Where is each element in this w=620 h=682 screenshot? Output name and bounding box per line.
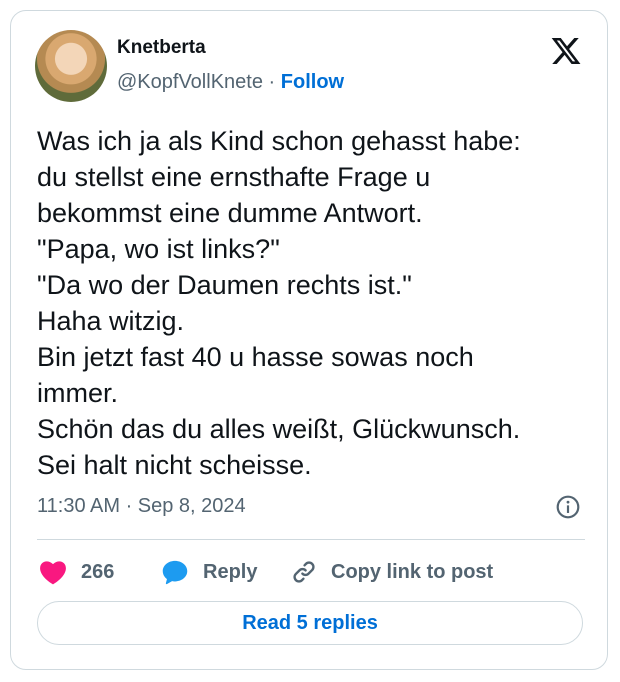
- copy-link-label: Copy link to post: [331, 560, 494, 583]
- reply-label: Reply: [203, 560, 258, 583]
- speech-bubble-icon: [162, 560, 188, 585]
- embedded-post-card: Knetberta @KopfVollKnete · Follow Was ic…: [10, 10, 608, 670]
- info-icon[interactable]: [555, 494, 581, 520]
- post-text: Was ich ja als Kind schon gehasst habe: …: [37, 123, 597, 483]
- author-name[interactable]: Knetberta: [117, 37, 206, 59]
- separator-dot: ·: [268, 71, 276, 93]
- post-text-line: du stellst eine ernsthafte Frage u: [37, 162, 431, 192]
- like-count: 266: [81, 560, 115, 583]
- post-text-line: Sei halt nicht scheisse.: [37, 450, 312, 480]
- post-text-line: bekommst eine dumme Antwort.: [37, 198, 423, 228]
- read-replies-button[interactable]: Read 5 replies: [37, 601, 583, 645]
- post-text-line: Haha witzig.: [37, 306, 185, 336]
- x-logo-icon[interactable]: [549, 35, 583, 67]
- post-text-line: immer.: [37, 378, 118, 408]
- author-avatar[interactable]: [35, 30, 107, 102]
- copy-link-button[interactable]: Copy link to post: [291, 554, 493, 590]
- divider: [37, 539, 585, 540]
- post-text-line: "Papa, wo ist links?": [37, 234, 280, 264]
- follow-button[interactable]: Follow: [281, 71, 344, 93]
- post-text-line: Was ich ja als Kind schon gehasst habe:: [37, 126, 521, 156]
- author-handle[interactable]: @KopfVollKnete: [117, 71, 263, 93]
- post-timestamp[interactable]: 11:30 AM · Sep 8, 2024: [37, 495, 246, 518]
- reply-button[interactable]: Reply: [161, 554, 257, 590]
- author-handle-line: @KopfVollKnete · Follow: [117, 71, 344, 94]
- like-button[interactable]: 266: [39, 554, 114, 590]
- heart-icon: [40, 561, 66, 585]
- post-text-line: Schön das du alles weißt, Glückwunsch.: [37, 414, 521, 444]
- post-text-line: Bin jetzt fast 40 u hasse sowas noch: [37, 342, 474, 372]
- link-icon: [293, 561, 315, 583]
- post-text-line: "Da wo der Daumen rechts ist.": [37, 270, 412, 300]
